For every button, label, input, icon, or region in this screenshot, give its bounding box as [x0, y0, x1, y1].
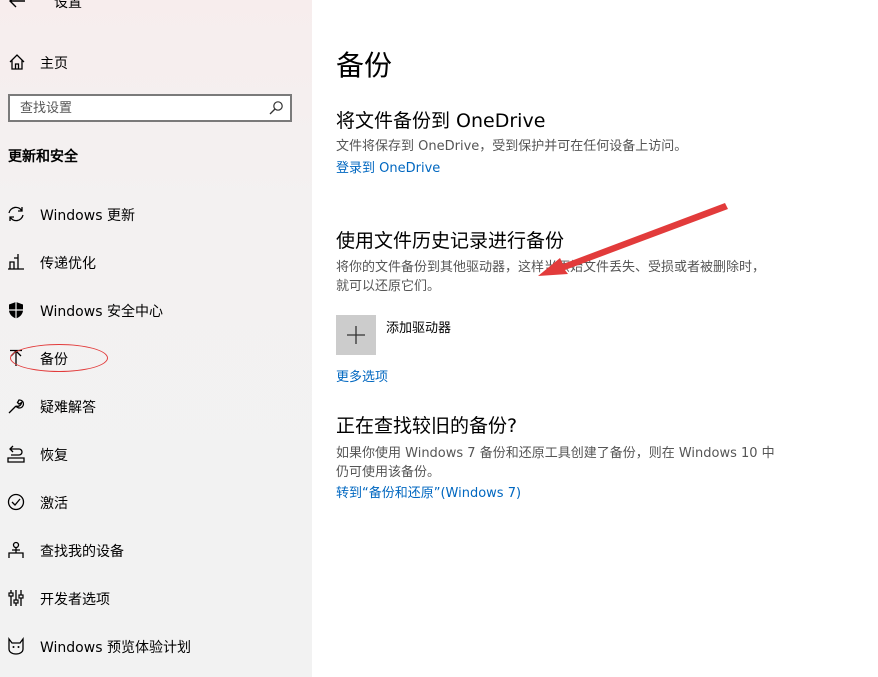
wrench-icon: [8, 399, 25, 414]
nav-label: Windows 更新: [40, 208, 135, 224]
home-icon: [9, 54, 25, 70]
more-options-link[interactable]: 更多选项: [336, 366, 388, 385]
search-box[interactable]: [8, 94, 292, 122]
backup-restore-win7-link[interactable]: 转到“备份和还原”(Windows 7): [336, 482, 521, 501]
app-title: 设置: [54, 0, 82, 11]
insider-cat-icon: [8, 637, 24, 655]
back-arrow-icon: [9, 0, 25, 8]
file-history-description: 将你的文件备份到其他驱动器，这样当原始文件丢失、受损或者被删除时，就可以还原它们…: [336, 260, 766, 294]
delivery-optimization-icon: [8, 254, 24, 270]
nav-item-windows-security[interactable]: Windows 安全中心: [0, 290, 312, 330]
annotation-arrow: [538, 203, 728, 276]
nav-item-troubleshoot[interactable]: 疑难解答: [0, 386, 312, 426]
nav-label: 恢复: [40, 448, 68, 464]
nav-label: 疑难解答: [40, 400, 96, 416]
sync-icon: [8, 206, 24, 222]
nav-label: Windows 预览体验计划: [40, 640, 191, 656]
nav-label: 传递优化: [40, 256, 96, 272]
search-input[interactable]: [10, 96, 280, 120]
shield-icon: [9, 302, 23, 319]
recovery-icon: [7, 445, 25, 463]
nav-label: 激活: [40, 496, 68, 512]
onedrive-description: 文件将保存到 OneDrive，受到保护并可在任何设备上访问。: [336, 139, 688, 154]
nav-item-backup[interactable]: 备份: [0, 338, 312, 378]
nav-item-delivery-optimization[interactable]: 传递优化: [0, 242, 312, 282]
nav-label: 查找我的设备: [40, 544, 124, 560]
back-button[interactable]: [6, 0, 28, 12]
title-bar: 设置: [0, 0, 312, 18]
page-title: 备份: [336, 49, 393, 82]
developer-icon: [8, 590, 24, 606]
home-nav-item[interactable]: 主页: [0, 46, 312, 78]
sidebar: 设置 主页 更新和安全 Windows 更新 传递优化 Windows: [0, 0, 312, 677]
nav-label: 备份: [40, 352, 68, 368]
find-device-icon: [8, 541, 24, 558]
plus-icon: [347, 326, 365, 344]
nav-item-windows-insider[interactable]: Windows 预览体验计划: [0, 626, 312, 666]
check-circle-icon: [7, 493, 25, 511]
main-content: 备份 将文件备份到 OneDrive 文件将保存到 OneDrive，受到保护并…: [312, 0, 878, 677]
nav-label: Windows 安全中心: [40, 304, 163, 320]
home-label: 主页: [40, 56, 68, 72]
nav-item-recovery[interactable]: 恢复: [0, 434, 312, 474]
search-icon[interactable]: [268, 100, 284, 116]
onedrive-heading: 将文件备份到 OneDrive: [336, 110, 546, 132]
add-drive-button[interactable]: [336, 315, 376, 355]
older-backup-heading: 正在查找较旧的备份?: [336, 415, 518, 437]
file-history-heading: 使用文件历史记录进行备份: [336, 230, 565, 252]
nav-item-windows-update[interactable]: Windows 更新: [0, 194, 312, 234]
older-backup-description: 如果你使用 Windows 7 备份和还原工具创建了备份，则在 Windows …: [336, 446, 775, 480]
add-drive-label[interactable]: 添加驱动器: [386, 317, 451, 336]
onedrive-signin-link[interactable]: 登录到 OneDrive: [336, 157, 440, 176]
nav-label: 开发者选项: [40, 592, 110, 608]
nav-item-find-my-device[interactable]: 查找我的设备: [0, 530, 312, 570]
nav-item-activation[interactable]: 激活: [0, 482, 312, 522]
nav-item-developer-options[interactable]: 开发者选项: [0, 578, 312, 618]
backup-arrow-icon: [10, 349, 22, 366]
section-title: 更新和安全: [8, 149, 78, 165]
